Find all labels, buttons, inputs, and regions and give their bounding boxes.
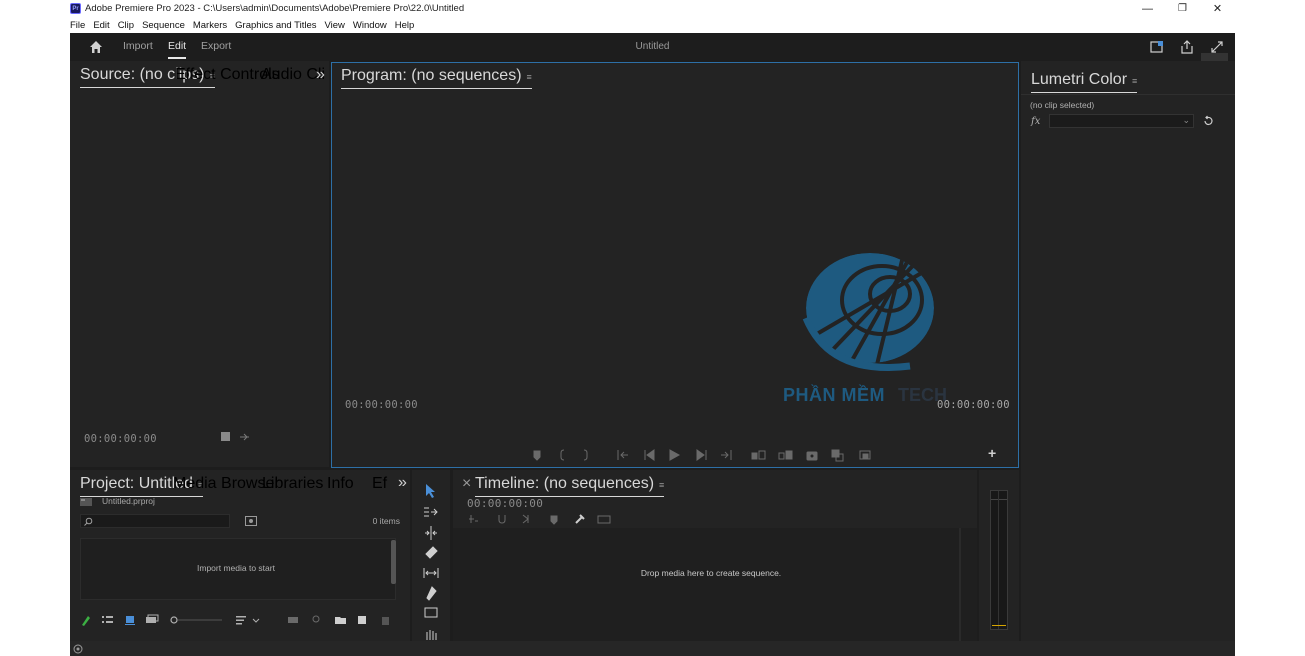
menu-help[interactable]: Help: [395, 20, 415, 31]
lumetri-color-panel: Lumetri Color ≡ (no clip selected) fx ⌄: [1021, 61, 1235, 641]
menu-bar: File Edit Clip Sequence Markers Graphics…: [70, 17, 1235, 33]
program-timecode-right[interactable]: 00:00:00:00: [937, 399, 1010, 411]
new-search-bin-icon[interactable]: [245, 516, 257, 526]
tab-effects[interactable]: Ef: [372, 475, 387, 493]
watermark-text: PHẦN MỀM: [783, 385, 885, 405]
panel-menu-icon[interactable]: ≡: [1132, 76, 1137, 86]
no-clip-selected-label: (no clip selected): [1030, 100, 1095, 110]
status-bar: [70, 641, 1235, 656]
program-transport-controls[interactable]: [530, 447, 875, 463]
share-icon[interactable]: [1179, 39, 1195, 55]
track-select-tool-icon[interactable]: [424, 507, 438, 517]
menu-view[interactable]: View: [325, 20, 345, 31]
close-button[interactable]: ✕: [1200, 0, 1235, 17]
menu-edit[interactable]: Edit: [93, 20, 109, 31]
menu-window[interactable]: Window: [353, 20, 387, 31]
slip-tool-icon[interactable]: [423, 568, 439, 578]
quick-export-icon[interactable]: [1149, 39, 1165, 55]
fx-icon: fx: [1031, 116, 1041, 127]
panel-menu-icon[interactable]: ≡: [527, 72, 532, 82]
tab-lumetri-color[interactable]: Lumetri Color ≡: [1031, 71, 1138, 93]
project-file-icon: [80, 498, 92, 506]
lumetri-effect-dropdown[interactable]: ⌄: [1049, 114, 1194, 128]
source-settings-icons[interactable]: [220, 431, 250, 443]
timeline-close-icon[interactable]: ×: [462, 475, 471, 493]
project-title: Untitled: [635, 41, 670, 52]
workspace: Import Edit Export Untitled Source: (no …: [70, 33, 1235, 656]
workspace-header: Import Edit Export Untitled: [70, 33, 1235, 77]
timeline-toolbar[interactable]: [468, 513, 613, 525]
restore-button[interactable]: ❐: [1165, 0, 1200, 17]
project-search-input[interactable]: [80, 514, 230, 528]
project-scrollbar[interactable]: [391, 540, 396, 584]
pen-tool-icon[interactable]: [426, 586, 437, 601]
globe-watermark-logo: [802, 253, 934, 371]
menu-graphics-and-titles[interactable]: Graphics and Titles: [235, 20, 316, 31]
program-monitor-panel: Program: (no sequences) ≡ PHẦN MỀM TECH 0…: [331, 62, 1019, 468]
menu-markers[interactable]: Markers: [193, 20, 227, 31]
project-file-name: Untitled.prproj: [102, 496, 155, 506]
project-panel: Project: Untitled ≡ Media Browser Librari…: [70, 470, 410, 642]
reset-icon[interactable]: [1202, 115, 1214, 127]
menu-sequence[interactable]: Sequence: [142, 20, 185, 31]
rectangle-tool-icon[interactable]: [424, 607, 438, 618]
project-item-count: 0 items: [372, 516, 400, 526]
search-icon: [84, 517, 93, 526]
project-toolbar[interactable]: [80, 613, 398, 627]
premiere-app-icon: Pr: [70, 3, 81, 14]
menu-file[interactable]: File: [70, 20, 85, 31]
tools-panel: [412, 470, 450, 642]
timeline-panel: × Timeline: (no sequences) ≡ 00:00:00:00 …: [453, 470, 977, 642]
active-tab-underline: [168, 57, 186, 59]
tab-libraries[interactable]: Libraries: [262, 475, 323, 493]
status-icon[interactable]: [73, 644, 83, 654]
panel-overflow-icon[interactable]: »: [398, 474, 407, 492]
panel-menu-icon[interactable]: ≡: [659, 480, 664, 490]
window-title: Adobe Premiere Pro 2023 - C:\Users\admin…: [85, 3, 465, 14]
project-media-area[interactable]: Import media to start: [80, 538, 396, 600]
tab-program[interactable]: Program: (no sequences) ≡: [341, 67, 532, 89]
menu-clip[interactable]: Clip: [118, 20, 134, 31]
premiere-app: Pr Adobe Premiere Pro 2023 - C:\Users\ad…: [0, 0, 1305, 656]
program-timecode-left[interactable]: 00:00:00:00: [345, 399, 418, 411]
audio-meter: [990, 490, 1008, 630]
audio-meter-floor: [992, 625, 1006, 626]
razor-tool-icon[interactable]: [425, 546, 438, 559]
source-panel: Source: (no clips) ≡ Effect Controls Audi…: [70, 61, 329, 492]
hand-tool-icon[interactable]: [426, 630, 437, 640]
tab-info[interactable]: Info: [327, 475, 354, 493]
source-timecode[interactable]: 00:00:00:00: [84, 433, 157, 445]
drop-media-hint: Drop media here to create sequence.: [640, 568, 782, 578]
tools-column: [423, 484, 439, 640]
selection-tool-icon[interactable]: [426, 484, 435, 498]
program-add-button-icon[interactable]: +: [988, 445, 996, 461]
timeline-scroll-edge: [959, 528, 961, 642]
timeline-timecode[interactable]: 00:00:00:00: [467, 497, 543, 510]
window-title-bar: Pr Adobe Premiere Pro 2023 - C:\Users\ad…: [70, 0, 1235, 17]
panel-overflow-icon[interactable]: »: [316, 66, 325, 84]
timeline-track-area[interactable]: Drop media here to create sequence.: [453, 528, 977, 642]
ripple-edit-tool-icon[interactable]: [425, 526, 437, 540]
tab-timeline[interactable]: Timeline: (no sequences) ≡: [475, 475, 665, 497]
audio-meter-panel: [979, 470, 1019, 642]
minimize-button[interactable]: —: [1130, 0, 1165, 17]
import-media-hint: Import media to start: [197, 563, 275, 573]
chevron-down-icon: ⌄: [1182, 115, 1190, 125]
lumetri-divider: [1021, 94, 1235, 95]
